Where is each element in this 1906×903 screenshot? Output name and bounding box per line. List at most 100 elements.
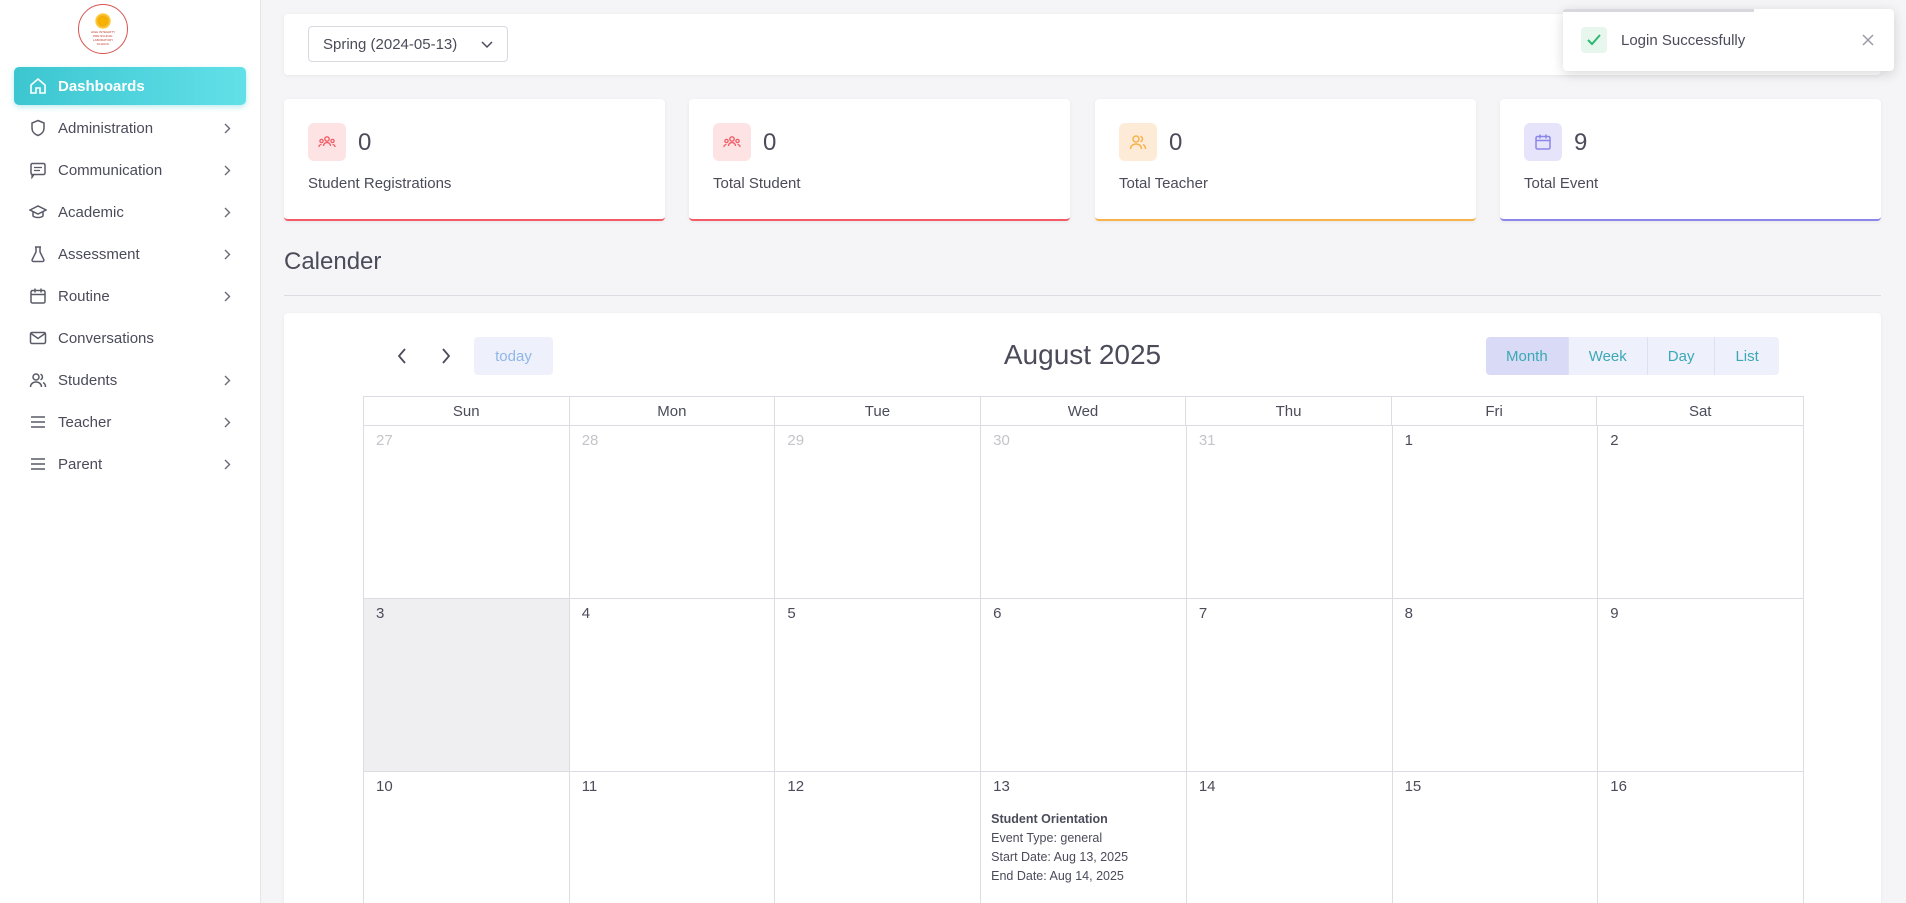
weekday-header-cell: Wed xyxy=(981,397,1187,425)
day-cell[interactable]: 7 xyxy=(1186,599,1393,772)
day-number: 30 xyxy=(993,432,1010,449)
calendar-body: 27 28 29 30 31 1 2 3 4 5 6 7 8 9 10 11 12 13 Student Orien… xyxy=(363,426,1804,903)
day-number: 11 xyxy=(581,778,598,795)
view-week-button[interactable]: Week xyxy=(1568,337,1648,375)
calendar-icon xyxy=(1524,123,1562,161)
menu-icon xyxy=(28,412,48,432)
sidebar-item-students[interactable]: Students xyxy=(14,361,246,399)
mail-icon xyxy=(28,328,48,348)
view-list-button[interactable]: List xyxy=(1715,337,1779,375)
event-start-date: Start Date: Aug 13, 2025 xyxy=(991,850,1129,864)
sidebar-item-dashboards[interactable]: Dashboards xyxy=(14,67,246,105)
day-cell[interactable]: 5 xyxy=(775,599,982,772)
graduation-cap-icon xyxy=(28,202,48,222)
day-number: 27 xyxy=(376,432,393,449)
day-number: 15 xyxy=(1404,778,1422,795)
day-cell[interactable]: 12 xyxy=(775,772,982,903)
school-logo[interactable]: HIGH INTEGRITY PRE SCHOOL LABORATORY SCH… xyxy=(78,4,128,54)
calendar-event[interactable]: Student Orientation Event Type: general St… xyxy=(991,810,1128,886)
stat-value: 9 xyxy=(1574,129,1588,156)
session-select[interactable]: Spring (2024-05-13) xyxy=(308,26,508,62)
day-cell[interactable]: 16 xyxy=(1598,772,1804,903)
calendar-nav: today xyxy=(384,337,553,375)
weekday-header-cell: Mon xyxy=(570,397,776,425)
prev-month-button[interactable] xyxy=(384,338,420,374)
day-cell[interactable]: 4 xyxy=(569,599,776,772)
view-switch: Month Week Day List xyxy=(1486,337,1779,375)
sidebar-item-label: Academic xyxy=(58,203,124,221)
day-number: 5 xyxy=(787,605,796,622)
sidebar-item-conversations[interactable]: Conversations xyxy=(14,319,246,357)
sidebar-item-teacher[interactable]: Teacher xyxy=(14,403,246,441)
day-cell[interactable]: 27 xyxy=(364,426,570,599)
stat-value: 0 xyxy=(358,129,372,156)
day-number: 31 xyxy=(1198,432,1216,449)
next-month-button[interactable] xyxy=(428,338,464,374)
sidebar-item-label: Administration xyxy=(58,119,154,137)
day-number: 6 xyxy=(993,605,1002,622)
sidebar-item-parent[interactable]: Parent xyxy=(14,445,246,483)
sidebar-item-label: Assessment xyxy=(58,245,140,263)
event-end-date: End Date: Aug 14, 2025 xyxy=(991,869,1124,883)
sidebar-item-label: Communication xyxy=(58,161,163,179)
day-cell[interactable]: 28 xyxy=(569,426,776,599)
day-cell[interactable]: 31 xyxy=(1186,426,1393,599)
sidebar-item-assessment[interactable]: Assessment xyxy=(14,235,246,273)
sidebar-item-label: Dashboards xyxy=(58,77,145,95)
day-cell[interactable]: 8 xyxy=(1392,599,1599,772)
view-month-button[interactable]: Month xyxy=(1486,337,1569,375)
sidebar-item-label: Parent xyxy=(58,455,103,473)
sidebar-item-administration[interactable]: Administration xyxy=(14,109,246,147)
sidebar-item-routine[interactable]: Routine xyxy=(14,277,246,315)
day-number: 1 xyxy=(1404,432,1413,449)
view-day-button[interactable]: Day xyxy=(1647,337,1716,375)
day-number: 2 xyxy=(1610,432,1619,449)
stat-label: Student Registrations xyxy=(308,175,452,192)
day-cell[interactable]: 3 xyxy=(364,599,570,772)
weekday-header-cell: Tue xyxy=(775,397,981,425)
sidebar-item-label: Routine xyxy=(58,287,110,305)
stat-card: 0 Student Registrations xyxy=(284,99,665,221)
stat-label: Total Teacher xyxy=(1119,175,1208,192)
sidebar-item-label: Conversations xyxy=(58,329,154,347)
stat-card: 9 Total Event xyxy=(1500,99,1881,221)
people-icon xyxy=(713,123,751,161)
day-number: 9 xyxy=(1610,605,1619,622)
day-cell[interactable]: 9 xyxy=(1598,599,1804,772)
section-divider xyxy=(284,295,1881,296)
day-number: 8 xyxy=(1404,605,1413,622)
stat-value: 0 xyxy=(1169,129,1183,156)
day-cell[interactable]: 30 xyxy=(981,426,1187,599)
chevron-right-icon xyxy=(222,459,232,469)
section-title: Calender xyxy=(284,248,382,275)
stat-cards: 0 Student Registrations 0 Total Student 0 Tot… xyxy=(284,99,1881,221)
login-toast: Login Successfully xyxy=(1563,9,1894,71)
today-button[interactable]: today xyxy=(474,337,553,375)
stat-value: 0 xyxy=(763,129,777,156)
day-cell[interactable]: 10 xyxy=(364,772,570,903)
day-cell[interactable]: 13 Student Orientation Event Type: general… xyxy=(981,772,1187,903)
day-cell[interactable]: 1 xyxy=(1392,426,1599,599)
sidebar-item-academic[interactable]: Academic xyxy=(14,193,246,231)
day-number: 29 xyxy=(787,432,805,449)
day-cell[interactable]: 6 xyxy=(981,599,1187,772)
day-cell[interactable]: 14 xyxy=(1187,772,1393,903)
day-cell[interactable]: 29 xyxy=(775,426,982,599)
day-cell[interactable]: 2 xyxy=(1598,426,1804,599)
flask-icon xyxy=(28,244,48,264)
sidebar-item-label: Students xyxy=(58,371,118,389)
chevron-right-icon xyxy=(222,207,232,217)
close-icon[interactable] xyxy=(1860,32,1876,48)
sidebar-nav: Dashboards Administration Communication Aca… xyxy=(14,67,246,487)
calendar-icon xyxy=(28,286,48,306)
shield-icon xyxy=(28,118,48,138)
sidebar-item-communication[interactable]: Communication xyxy=(14,151,246,189)
weekday-header-cell: Sun xyxy=(364,397,570,425)
day-cell[interactable]: 11 xyxy=(570,772,776,903)
people-icon xyxy=(308,123,346,161)
day-cell[interactable]: 15 xyxy=(1393,772,1599,903)
menu-icon xyxy=(28,454,48,474)
chevron-left-icon xyxy=(397,348,406,364)
calendar: today August 2025 Month Week Day List Sun Mo… xyxy=(284,313,1881,903)
day-number: 14 xyxy=(1198,778,1216,795)
